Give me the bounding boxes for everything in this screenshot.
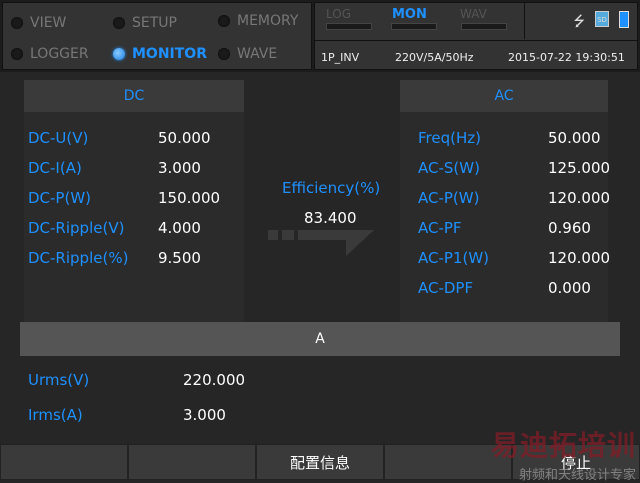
tab-mon-indicator xyxy=(391,23,437,30)
arrow-icon xyxy=(268,230,374,256)
dc-value: 150.000 xyxy=(158,189,221,207)
led-icon xyxy=(218,15,230,27)
datetime: 2015-07-22 19:30:51 xyxy=(508,51,625,64)
tab-strip: LOG MON WAV xyxy=(315,3,525,39)
mode-label: LOGGER xyxy=(30,46,89,62)
ac-value: 50.000 xyxy=(548,129,601,147)
mode-setup[interactable]: SETUP xyxy=(113,15,177,31)
mode-monitor[interactable]: MONITOR xyxy=(113,46,207,62)
tab-log[interactable]: LOG xyxy=(326,7,351,21)
tab-wav[interactable]: WAV xyxy=(460,7,487,21)
config-info-button[interactable]: 配置信息 xyxy=(256,444,384,480)
info-bar: 1P_INV 220V/5A/50Hz 2015-07-22 19:30:51 xyxy=(315,40,637,70)
stop-button[interactable]: 停止 xyxy=(512,444,640,480)
config-name: 1P_INV xyxy=(321,51,360,64)
range-setting: 220V/5A/50Hz xyxy=(395,51,474,64)
ac-value: 125.000 xyxy=(548,159,611,177)
ac-label: Freq(Hz) xyxy=(418,129,481,147)
ac-value: 0.000 xyxy=(548,279,591,297)
ac-value: 120.000 xyxy=(548,189,611,207)
dc-label: DC-I(A) xyxy=(28,159,82,177)
softkey-bar: 配置信息 停止 xyxy=(0,444,640,480)
phase-value: 220.000 xyxy=(183,371,246,389)
ac-label: AC-S(W) xyxy=(418,159,480,177)
dc-label: DC-U(V) xyxy=(28,129,89,147)
ac-label: AC-DPF xyxy=(418,279,474,297)
led-icon xyxy=(113,17,125,29)
ac-value: 120.000 xyxy=(548,249,611,267)
mode-label: VIEW xyxy=(30,15,67,31)
dc-value: 4.000 xyxy=(158,219,201,237)
ac-header: AC xyxy=(400,80,608,112)
mode-selector: VIEW SETUP MEMORY LOGGER MONITOR WAVE xyxy=(2,2,312,70)
ac-label: AC-P1(W) xyxy=(418,249,490,267)
ac-label: AC-PF xyxy=(418,219,462,237)
mode-label: MONITOR xyxy=(132,46,207,62)
status-icons: ⭍ SD xyxy=(573,11,629,35)
tab-log-indicator xyxy=(326,23,372,30)
phase-a-header: A xyxy=(20,322,620,356)
status-panel: LOG MON WAV ⭍ SD 1P_INV 220V/5A/50Hz 201… xyxy=(314,2,638,70)
dc-value: 9.500 xyxy=(158,249,201,267)
mode-label: MEMORY xyxy=(237,13,299,29)
efficiency-value: 83.400 xyxy=(304,209,357,227)
efficiency-label: Efficiency(%) xyxy=(282,179,381,197)
phase-value: 3.000 xyxy=(183,406,226,424)
mode-label: WAVE xyxy=(237,46,278,62)
led-icon xyxy=(218,48,230,60)
dc-label: DC-P(W) xyxy=(28,189,92,207)
mode-view[interactable]: VIEW xyxy=(11,15,66,31)
mode-wave[interactable]: WAVE xyxy=(218,46,277,62)
dc-value: 50.000 xyxy=(158,129,211,147)
mode-label: SETUP xyxy=(132,15,177,31)
tab-wav-indicator xyxy=(461,23,507,30)
dc-value: 3.000 xyxy=(158,159,201,177)
top-bar: VIEW SETUP MEMORY LOGGER MONITOR WAVE LO… xyxy=(0,0,640,72)
battery-icon xyxy=(619,11,629,28)
usb-icon: ⭍ xyxy=(573,14,585,30)
tab-mon[interactable]: MON xyxy=(392,7,427,22)
led-icon xyxy=(11,17,23,29)
ac-label: AC-P(W) xyxy=(418,189,480,207)
dc-label: DC-Ripple(%) xyxy=(28,249,129,267)
mode-logger[interactable]: LOGGER xyxy=(11,46,89,62)
phase-label: Irms(A) xyxy=(28,406,83,424)
softkey-1[interactable] xyxy=(0,444,128,480)
led-icon xyxy=(11,48,23,60)
phase-label: Urms(V) xyxy=(28,371,90,389)
sd-card-icon: SD xyxy=(595,11,609,27)
mode-memory[interactable]: MEMORY xyxy=(218,13,298,29)
softkey-2[interactable] xyxy=(128,444,256,480)
led-icon xyxy=(113,48,125,60)
ac-value: 0.960 xyxy=(548,219,591,237)
softkey-4[interactable] xyxy=(384,444,512,480)
dc-header: DC xyxy=(24,80,244,112)
dc-label: DC-Ripple(V) xyxy=(28,219,125,237)
